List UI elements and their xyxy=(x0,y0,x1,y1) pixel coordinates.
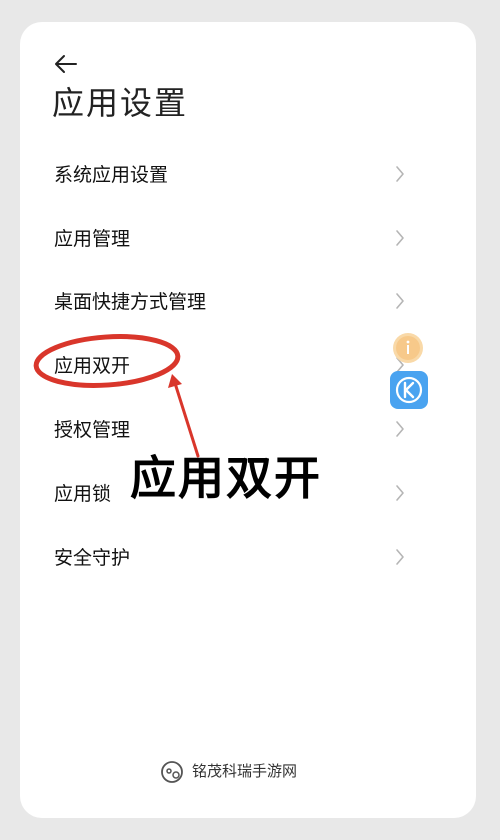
phone-screen: 应用设置 系统应用设置 应用管理 桌面快捷方式管理 应用双开 授权管理 应用锁 xyxy=(20,22,476,818)
k-app-icon[interactable] xyxy=(390,371,428,409)
chevron-right-icon xyxy=(396,293,404,309)
menu-item-app-management[interactable]: 应用管理 xyxy=(20,211,476,265)
chevron-right-icon xyxy=(396,485,404,501)
info-glyph-icon xyxy=(396,336,420,360)
chevron-right-icon xyxy=(396,549,404,565)
annotation-caption: 应用双开 xyxy=(130,451,322,505)
menu-item-label: 应用管理 xyxy=(54,228,131,250)
page-title: 应用设置 xyxy=(52,84,189,122)
chevron-right-icon xyxy=(396,230,404,246)
menu-item-security-guard[interactable]: 安全守护 xyxy=(20,530,476,584)
chevron-right-icon xyxy=(396,421,404,437)
k-logo-icon xyxy=(395,376,423,404)
info-badge-icon[interactable] xyxy=(393,333,423,363)
menu-item-label: 系统应用设置 xyxy=(54,164,169,186)
gamepad-logo-icon xyxy=(161,761,183,783)
menu-item-label: 授权管理 xyxy=(54,419,131,441)
watermark-text: 铭茂科瑞手游网 xyxy=(192,762,298,780)
menu-item-label: 应用锁 xyxy=(54,483,112,505)
menu-item-desktop-shortcut-management[interactable]: 桌面快捷方式管理 xyxy=(20,274,476,328)
menu-item-label: 桌面快捷方式管理 xyxy=(54,291,207,313)
chevron-right-icon xyxy=(396,166,404,182)
menu-item-system-app-settings[interactable]: 系统应用设置 xyxy=(20,147,476,201)
back-arrow-icon[interactable] xyxy=(52,52,80,76)
menu-item-label: 安全守护 xyxy=(54,547,131,569)
